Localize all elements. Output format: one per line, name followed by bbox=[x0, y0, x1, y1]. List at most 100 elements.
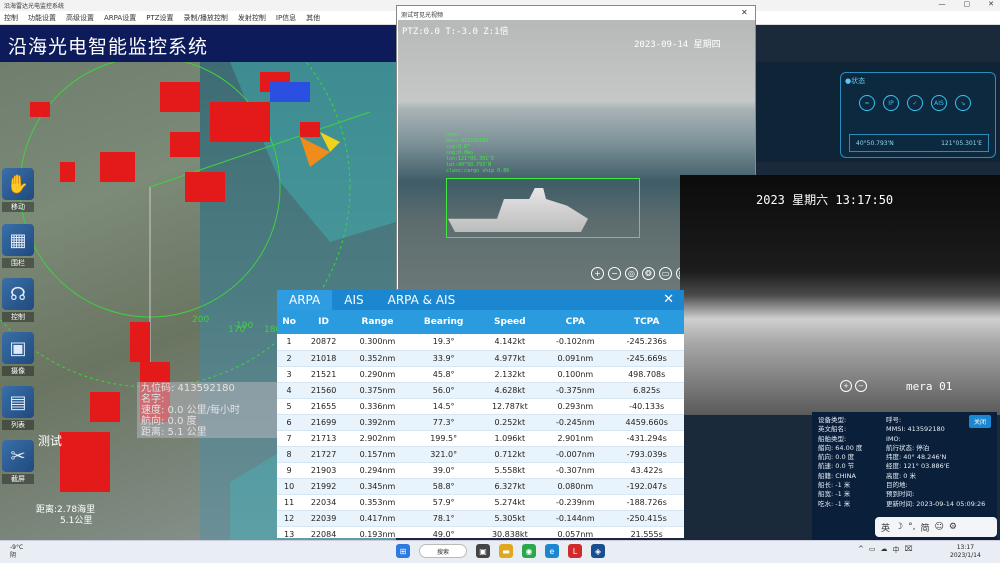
store-icon[interactable]: ◉ bbox=[522, 544, 536, 558]
table-row[interactable]: 8 21727 0.157nm 321.0° 0.712kt -0.007nm -793.0… bbox=[277, 446, 684, 463]
thermal-controls: + − bbox=[840, 380, 867, 392]
table-cell: 21655 bbox=[301, 398, 346, 415]
menu-item-other[interactable]: 其他 bbox=[306, 13, 320, 23]
snapshot-icon[interactable]: ▭ bbox=[659, 267, 672, 280]
table-cell: 0.294nm bbox=[345, 462, 409, 479]
table-cell: 21.555s bbox=[609, 526, 684, 538]
table-row[interactable]: 2 21018 0.352nm 33.9° 4.977kt 0.091nm -245.669… bbox=[277, 350, 684, 367]
edge-icon[interactable]: e bbox=[545, 544, 559, 558]
column-header[interactable]: ID bbox=[301, 310, 346, 334]
table-row[interactable]: 11 22034 0.353nm 57.9° 5.274kt -0.239nm -188.7… bbox=[277, 494, 684, 511]
menu-item-control[interactable]: 控制 bbox=[4, 13, 18, 23]
weather-widget[interactable]: -9°C 阴 bbox=[10, 544, 23, 560]
tray-ime-icon[interactable]: 中 bbox=[893, 545, 900, 555]
table-cell: 0.352nm bbox=[345, 350, 409, 367]
video-window-title: 测试可见光视频 bbox=[401, 12, 444, 19]
table-row[interactable]: 1 20872 0.300nm 19.3° 4.142kt -0.102nm -245.23… bbox=[277, 334, 684, 351]
tab-arpa[interactable]: ARPA bbox=[277, 290, 333, 310]
video-close-button[interactable]: ✕ bbox=[741, 8, 751, 18]
column-header[interactable]: TCPA bbox=[609, 310, 684, 334]
table-cell: 321.0° bbox=[408, 446, 479, 463]
ime-toolbar: 英 ☽ °, 简 ☺ ⚙ bbox=[875, 517, 997, 537]
table-row[interactable]: 12 22039 0.417nm 78.1° 5.305kt -0.144nm -250.4… bbox=[277, 510, 684, 527]
menu-item-arpa[interactable]: ARPA设置 bbox=[104, 13, 136, 23]
tool-fence[interactable]: ▦ 围栏 bbox=[2, 224, 34, 268]
menu-item-record[interactable]: 录制/播放控制 bbox=[184, 13, 228, 23]
table-cell: 13 bbox=[277, 526, 302, 538]
arpa-tabs: ARPA AIS ARPA & AIS ✕ bbox=[277, 290, 684, 310]
table-row[interactable]: 5 21655 0.336nm 14.5° 12.787kt 0.293nm -40.133… bbox=[277, 398, 684, 415]
minimize-button[interactable]: — bbox=[939, 0, 946, 8]
tool-screenshot[interactable]: ✂ 截屏 bbox=[2, 440, 34, 484]
menu-item-function[interactable]: 功能设置 bbox=[28, 13, 56, 23]
menu-item-ip[interactable]: IP信息 bbox=[276, 13, 296, 23]
tool-screenshot-label: 截屏 bbox=[2, 474, 34, 484]
tray-network-icon[interactable]: ⌧ bbox=[905, 545, 913, 555]
table-row[interactable]: 6 21699 0.392nm 77.3° 0.252kt -0.245nm 4459.66… bbox=[277, 414, 684, 431]
thermal-video[interactable]: 2023 星期六 13:17:50 + − mera 01 bbox=[680, 175, 1000, 415]
tab-ais[interactable]: AIS bbox=[332, 290, 375, 310]
table-cell: 5 bbox=[277, 398, 302, 415]
table-cell: 0.252kt bbox=[478, 414, 542, 431]
taskbar-search[interactable]: 搜索 bbox=[419, 544, 467, 558]
tray-cloud-icon[interactable]: ☁ bbox=[881, 545, 888, 555]
column-header[interactable]: Bearing bbox=[408, 310, 479, 334]
file-explorer-icon[interactable]: ▬ bbox=[499, 544, 513, 558]
tray-display-icon[interactable]: ▭ bbox=[869, 545, 876, 555]
arpa-close-button[interactable]: ✕ bbox=[663, 292, 674, 307]
thermal-zoom-out-icon[interactable]: − bbox=[855, 380, 867, 392]
moon-icon[interactable]: ☽ bbox=[895, 522, 903, 532]
focus-icon[interactable]: ◎ bbox=[625, 267, 638, 280]
ais-icon: AIS bbox=[931, 95, 947, 111]
info-field: 设备类型: bbox=[818, 416, 847, 424]
info-field: 经度: 121° 03.886'E bbox=[886, 462, 950, 471]
gear-icon[interactable]: ⚙ bbox=[949, 522, 957, 532]
menu-item-transmit[interactable]: 发射控制 bbox=[238, 13, 266, 23]
ime-punct[interactable]: °, bbox=[908, 522, 915, 532]
menu-item-advanced[interactable]: 高级设置 bbox=[66, 13, 94, 23]
table-row[interactable]: 9 21903 0.294nm 39.0° 5.558kt -0.307nm 43.422s bbox=[277, 462, 684, 479]
table-row[interactable]: 4 21560 0.375nm 56.0° 4.628kt -0.375nm 6.825s bbox=[277, 382, 684, 399]
iris-icon[interactable]: ❂ bbox=[642, 267, 655, 280]
tool-move[interactable]: ✋ 移动 bbox=[2, 168, 34, 212]
taskbar-clock[interactable]: 13:17 2023/1/14 bbox=[950, 544, 981, 560]
app-l-icon[interactable]: L bbox=[568, 544, 582, 558]
windows-start-icon[interactable]: ⊞ bbox=[396, 544, 410, 558]
table-cell: 2.901nm bbox=[541, 430, 610, 447]
shield-icon[interactable]: ◈ bbox=[591, 544, 605, 558]
tool-list[interactable]: ▤ 列表 bbox=[2, 386, 34, 430]
info-row: 船长: -1 米 目的地: bbox=[818, 481, 991, 490]
table-row[interactable]: 13 22084 0.193nm 49.0° 30.838kt 0.057nm 21.555… bbox=[277, 526, 684, 538]
thermal-zoom-in-icon[interactable]: + bbox=[840, 380, 852, 392]
close-button[interactable]: ✕ bbox=[988, 0, 994, 8]
tool-camera[interactable]: ▣ 摄像 bbox=[2, 332, 34, 376]
column-header[interactable]: No bbox=[277, 310, 302, 334]
column-header[interactable]: Speed bbox=[478, 310, 542, 334]
table-cell: 0.345nm bbox=[345, 478, 409, 495]
tab-arpa-ais[interactable]: ARPA & AIS bbox=[376, 290, 468, 310]
table-cell: 21521 bbox=[301, 366, 346, 383]
emoji-icon[interactable]: ☺ bbox=[934, 522, 943, 532]
column-header[interactable]: Range bbox=[345, 310, 409, 334]
ime-lang[interactable]: 英 bbox=[881, 521, 890, 534]
fence-icon: ▦ bbox=[2, 224, 34, 256]
info-field: 吃水: -1 米 bbox=[818, 499, 851, 508]
window-controls: — ▢ ✕ bbox=[939, 0, 995, 8]
ime-simplified[interactable]: 简 bbox=[920, 521, 929, 534]
table-row[interactable]: 10 21992 0.345nm 58.8° 6.327kt 0.080nm -192.04… bbox=[277, 478, 684, 495]
tool-control[interactable]: ☊ 控制 bbox=[2, 278, 34, 322]
thermal-clock: 2023 星期六 13:17:50 bbox=[756, 193, 894, 207]
zoom-out-icon[interactable]: − bbox=[608, 267, 621, 280]
column-header[interactable]: CPA bbox=[541, 310, 610, 334]
menu-item-ptz[interactable]: PTZ设置 bbox=[146, 13, 173, 23]
table-row[interactable]: 7 21713 2.902nm 199.5° 1.096kt 2.901nm -431.29… bbox=[277, 430, 684, 447]
info-close-button[interactable]: 关闭 bbox=[968, 415, 991, 428]
zoom-in-icon[interactable]: + bbox=[591, 267, 604, 280]
table-cell: 4459.660s bbox=[609, 414, 684, 431]
table-row[interactable]: 3 21521 0.290nm 45.8° 2.132kt 0.100nm 498.708s bbox=[277, 366, 684, 383]
info-row: 艏向: 64.00 度 航行状态: 停泊 bbox=[818, 444, 991, 453]
table-cell: 20872 bbox=[301, 334, 346, 351]
maximize-button[interactable]: ▢ bbox=[964, 0, 971, 8]
task-view-icon[interactable]: ▣ bbox=[476, 544, 490, 558]
tray-expand-icon[interactable]: ^ bbox=[858, 545, 864, 555]
